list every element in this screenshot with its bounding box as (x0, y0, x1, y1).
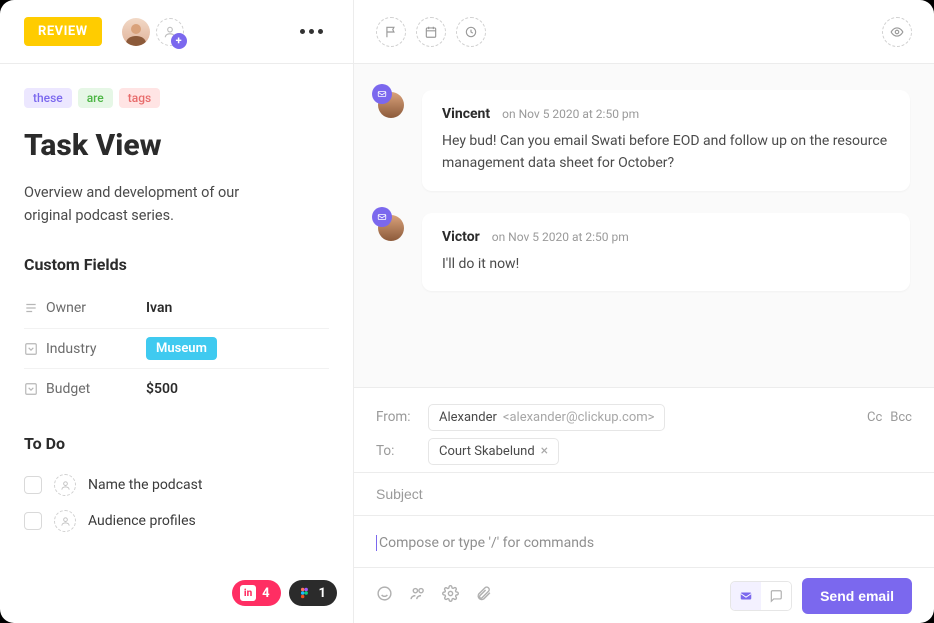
more-menu-button[interactable] (294, 23, 329, 40)
bcc-button[interactable]: Bcc (890, 410, 912, 425)
send-email-button[interactable]: Send email (802, 578, 912, 614)
custom-field-label: Industry (46, 341, 146, 357)
left-header: REVIEW + (0, 0, 353, 64)
list-icon (24, 301, 46, 315)
to-name: Court Skabelund (439, 444, 535, 459)
plus-icon: + (171, 33, 187, 49)
task-title[interactable]: Task View (24, 128, 329, 163)
checkbox[interactable] (24, 512, 42, 530)
message-thread[interactable]: Vincent on Nov 5 2020 at 2:50 pm Hey bud… (354, 64, 934, 387)
message-timestamp: on Nov 5 2020 at 2:50 pm (492, 230, 629, 244)
from-name: Alexander (439, 410, 497, 425)
figma-count: 1 (319, 586, 326, 601)
todo-item[interactable]: Name the podcast (24, 467, 329, 503)
mention-button[interactable] (409, 585, 426, 606)
custom-field-value: $500 (146, 381, 329, 397)
send-mode-toggle (730, 581, 792, 611)
avatar[interactable] (122, 18, 150, 46)
tag[interactable]: these (24, 88, 72, 108)
to-chip[interactable]: Court Skabelund × (428, 438, 559, 465)
compose-body[interactable]: Compose or type '/' for commands (354, 516, 934, 567)
compose-meta: From: Alexander <alexander@clickup.com> … (354, 387, 934, 472)
custom-field-row-owner[interactable]: Owner Ivan (24, 288, 329, 328)
invision-icon: in (240, 585, 256, 601)
todo-label: Name the podcast (88, 477, 202, 493)
remove-chip-button[interactable]: × (541, 444, 548, 458)
email-mode-button[interactable] (731, 582, 761, 610)
left-footer: in 4 1 (0, 563, 353, 623)
subject-input[interactable] (376, 486, 912, 502)
message-body: Hey bud! Can you email Swati before EOD … (442, 130, 890, 175)
comment-mode-button[interactable] (761, 582, 791, 610)
flag-button[interactable] (376, 17, 406, 47)
time-button[interactable] (456, 17, 486, 47)
figma-attachments-button[interactable]: 1 (289, 580, 337, 606)
subject-row (354, 472, 934, 516)
message: Vincent on Nov 5 2020 at 2:50 pm Hey bud… (378, 90, 910, 191)
right-header (354, 0, 934, 64)
custom-fields-heading: Custom Fields (24, 255, 329, 274)
dropdown-icon (24, 382, 46, 396)
custom-field-label: Owner (46, 300, 146, 316)
activity-right-panel: Vincent on Nov 5 2020 at 2:50 pm Hey bud… (354, 0, 934, 623)
figma-icon (297, 585, 313, 601)
todo-item[interactable]: Audience profiles (24, 503, 329, 539)
todo-heading: To Do (24, 434, 329, 453)
tag[interactable]: tags (119, 88, 160, 108)
compose-footer: Send email (354, 567, 934, 623)
to-label: To: (376, 443, 428, 459)
dropdown-icon (24, 342, 46, 356)
task-description[interactable]: Overview and development of our original… (24, 181, 264, 227)
task-left-panel: REVIEW + these are tags Task View Overvi… (0, 0, 354, 623)
invision-count: 4 (262, 586, 269, 601)
from-chip[interactable]: Alexander <alexander@clickup.com> (428, 404, 665, 431)
message-author: Vincent (442, 106, 490, 122)
status-badge[interactable]: REVIEW (24, 17, 102, 46)
custom-field-label: Budget (46, 381, 146, 397)
mail-icon (372, 84, 392, 104)
compose-placeholder: Compose or type '/' for commands (379, 535, 594, 551)
watchers-button[interactable] (882, 17, 912, 47)
assignee-group: + (122, 18, 184, 46)
message-author: Victor (442, 229, 480, 245)
custom-field-value: Ivan (146, 300, 329, 316)
message-bubble[interactable]: Vincent on Nov 5 2020 at 2:50 pm Hey bud… (422, 90, 910, 191)
mail-icon (372, 207, 392, 227)
custom-field-row-industry[interactable]: Industry Museum (24, 328, 329, 368)
message-timestamp: on Nov 5 2020 at 2:50 pm (502, 107, 639, 121)
message-bubble[interactable]: Victor on Nov 5 2020 at 2:50 pm I'll do … (422, 213, 910, 291)
tags-row: these are tags (24, 88, 329, 108)
cc-button[interactable]: Cc (867, 410, 882, 425)
checkbox[interactable] (24, 476, 42, 494)
from-email: <alexander@clickup.com> (503, 410, 655, 425)
emoji-button[interactable] (376, 585, 393, 606)
assign-todo-button[interactable] (54, 510, 76, 532)
message-body: I'll do it now! (442, 253, 890, 275)
message: Victor on Nov 5 2020 at 2:50 pm I'll do … (378, 213, 910, 291)
date-button[interactable] (416, 17, 446, 47)
assign-todo-button[interactable] (54, 474, 76, 496)
settings-button[interactable] (442, 585, 459, 606)
from-label: From: (376, 409, 428, 425)
custom-field-row-budget[interactable]: Budget $500 (24, 368, 329, 408)
attachment-button[interactable] (475, 585, 492, 606)
tag[interactable]: are (78, 88, 113, 108)
todo-label: Audience profiles (88, 513, 196, 529)
add-assignee-button[interactable]: + (156, 18, 184, 46)
custom-field-value-pill: Museum (146, 337, 217, 360)
invision-attachments-button[interactable]: in 4 (232, 580, 280, 606)
